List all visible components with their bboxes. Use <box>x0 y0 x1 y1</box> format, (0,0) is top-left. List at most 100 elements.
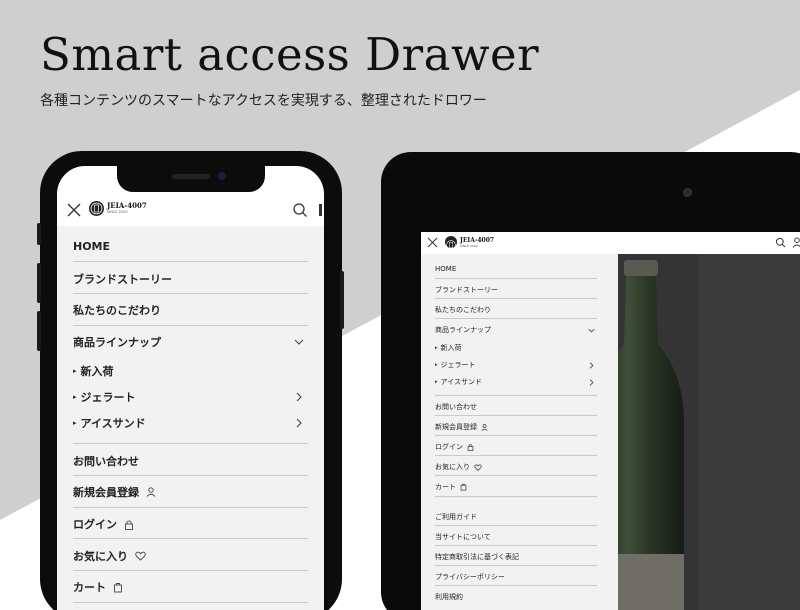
drawer-menu: HOME ブランドストーリー 私たちのこだわり 商品ラインナップ ▸ 新入荷 ▸… <box>57 226 324 610</box>
search-icon[interactable] <box>292 202 308 218</box>
chevron-right-icon <box>589 361 594 369</box>
menu-item-favorites[interactable]: お気に入り <box>73 548 308 564</box>
menu-item-home[interactable]: HOME <box>73 240 308 253</box>
menu-item-commitment[interactable]: 私たちのこだわり <box>435 305 597 315</box>
menu-item-label: お気に入り <box>73 550 128 563</box>
chevron-right-icon <box>296 392 302 402</box>
menu-item-contact[interactable]: お問い合わせ <box>435 402 597 412</box>
close-icon[interactable] <box>427 237 438 248</box>
menu-item-label: ブランドストーリー <box>73 273 172 286</box>
menu-item-brand-story[interactable]: ブランドストーリー <box>435 285 597 295</box>
menu-item-register[interactable]: 新規会員登録 <box>73 484 308 500</box>
menu-item-label: お問い合わせ <box>73 455 139 468</box>
logo-mark-icon <box>89 201 104 216</box>
menu-divider <box>435 318 597 319</box>
menu-item-cart[interactable]: カート <box>73 579 308 595</box>
brand-logo[interactable]: JEIA-4007 SINCE 2020 <box>89 201 147 216</box>
drawer-menu: HOME ブランドストーリー 私たちのこだわり 商品ラインナップ ▸ 新入荷 ▸… <box>421 254 618 610</box>
footer-link-terms[interactable]: 利用規約 <box>435 592 597 602</box>
menu-divider <box>73 570 308 571</box>
footer-link-legal[interactable]: 特定商取引法に基づく表記 <box>435 552 597 562</box>
search-icon[interactable] <box>775 237 786 248</box>
footer-link-privacy[interactable]: プライバシーポリシー <box>435 572 597 582</box>
bullet-icon: ▸ <box>435 362 438 368</box>
submenu-item-label: 新入荷 <box>80 365 114 378</box>
menu-divider <box>73 443 308 444</box>
menu-item-contact[interactable]: お問い合わせ <box>73 453 308 469</box>
phone-side-button <box>340 271 344 329</box>
camera-icon <box>218 172 226 180</box>
hero-subtitle: 各種コンテンツのスマートなアクセスを実現する、整理されたドロワー <box>40 93 487 109</box>
footer-link-about[interactable]: 当サイトについて <box>435 532 597 542</box>
tablet-screen: JEIA-4007 SINCE 2020 HOME ブランドストーリー 私たちの… <box>421 232 800 610</box>
menu-item-label: お気に入り <box>435 463 470 471</box>
bottle-image <box>618 254 800 610</box>
menu-divider <box>73 261 308 262</box>
brand-logo[interactable]: JEIA-4007 SINCE 2020 <box>445 236 495 250</box>
footer-link-guide[interactable]: ご利用ガイド <box>435 512 597 522</box>
logo-subtitle: SINCE 2020 <box>460 243 478 248</box>
menu-item-lineup[interactable]: 商品ラインナップ <box>435 325 597 335</box>
chevron-right-icon <box>296 418 302 428</box>
menu-item-login[interactable]: ログイン <box>73 516 308 532</box>
menu-divider <box>73 507 308 508</box>
hero-title: Smart access Drawer <box>40 28 540 81</box>
menu-divider <box>435 496 597 497</box>
phone-side-button <box>37 263 41 303</box>
menu-divider <box>73 475 308 476</box>
menu-item-login[interactable]: ログイン <box>435 442 597 452</box>
footer-link-label: ご利用ガイド <box>435 513 477 521</box>
submenu-item-ice-sand[interactable]: ▸ アイスサンド <box>435 377 597 387</box>
menu-divider <box>435 298 597 299</box>
menu-item-label: ブランドストーリー <box>435 286 498 294</box>
logo-title: JEIA-4007 <box>460 236 495 244</box>
submenu-item-gelato[interactable]: ▸ ジェラート <box>73 389 308 405</box>
menu-divider <box>73 538 308 539</box>
menu-divider <box>435 525 597 526</box>
drawer-header: JEIA-4007 SINCE 2020 <box>421 232 800 254</box>
phone-device: JEIA-4007 SINCE 2020 HOME ブランドストーリー 私たちの… <box>37 151 344 610</box>
phone-screen: JEIA-4007 SINCE 2020 HOME ブランドストーリー 私たちの… <box>57 166 324 610</box>
menu-item-label: 新規会員登録 <box>435 423 477 431</box>
menu-divider <box>435 545 597 546</box>
menu-item-brand-story[interactable]: ブランドストーリー <box>73 271 308 287</box>
user-icon[interactable] <box>319 204 322 216</box>
menu-item-label: HOME <box>73 240 111 253</box>
tablet-device: JEIA-4007 SINCE 2020 HOME ブランドストーリー 私たちの… <box>381 152 800 610</box>
menu-item-label: 商品ラインナップ <box>73 336 161 349</box>
menu-item-register[interactable]: 新規会員登録 <box>435 422 597 432</box>
menu-item-lineup[interactable]: 商品ラインナップ <box>73 334 308 350</box>
menu-divider <box>435 565 597 566</box>
drawer-header: JEIA-4007 SINCE 2020 <box>57 196 324 224</box>
footer-link-label: 利用規約 <box>435 593 463 601</box>
submenu-item-new-arrivals[interactable]: ▸ 新入荷 <box>435 343 597 353</box>
close-icon[interactable] <box>66 202 82 218</box>
menu-item-favorites[interactable]: お気に入り <box>435 462 597 472</box>
menu-item-label: お問い合わせ <box>435 403 477 411</box>
menu-divider <box>435 278 597 279</box>
menu-item-label: HOME <box>435 265 457 273</box>
menu-item-home[interactable]: HOME <box>435 265 597 273</box>
menu-item-label: ログイン <box>435 443 463 451</box>
logo-subtitle: SINCE 2020 <box>107 210 128 214</box>
submenu-item-label: 新入荷 <box>440 344 462 352</box>
submenu-item-ice-sand[interactable]: ▸ アイスサンド <box>73 415 308 431</box>
submenu-item-label: アイスサンド <box>440 378 482 386</box>
footer-link-label: 特定商取引法に基づく表記 <box>435 553 519 561</box>
user-icon[interactable] <box>792 237 800 248</box>
speaker-icon <box>172 174 210 179</box>
menu-divider <box>435 435 597 436</box>
menu-divider <box>73 293 308 294</box>
submenu-item-label: ジェラート <box>440 361 476 369</box>
menu-item-cart[interactable]: カート <box>435 482 597 492</box>
user-icon <box>146 487 156 497</box>
submenu-item-gelato[interactable]: ▸ ジェラート <box>435 360 597 370</box>
submenu-item-new-arrivals[interactable]: ▸ 新入荷 <box>73 363 308 379</box>
menu-item-label: 私たちのこだわり <box>73 304 161 317</box>
menu-item-label: カート <box>435 483 456 491</box>
menu-divider <box>435 455 597 456</box>
menu-divider <box>435 585 597 586</box>
promo-canvas: Smart access Drawer 各種コンテンツのスマートなアクセスを実現… <box>0 0 800 610</box>
menu-divider <box>435 395 597 396</box>
menu-item-commitment[interactable]: 私たちのこだわり <box>73 302 308 318</box>
